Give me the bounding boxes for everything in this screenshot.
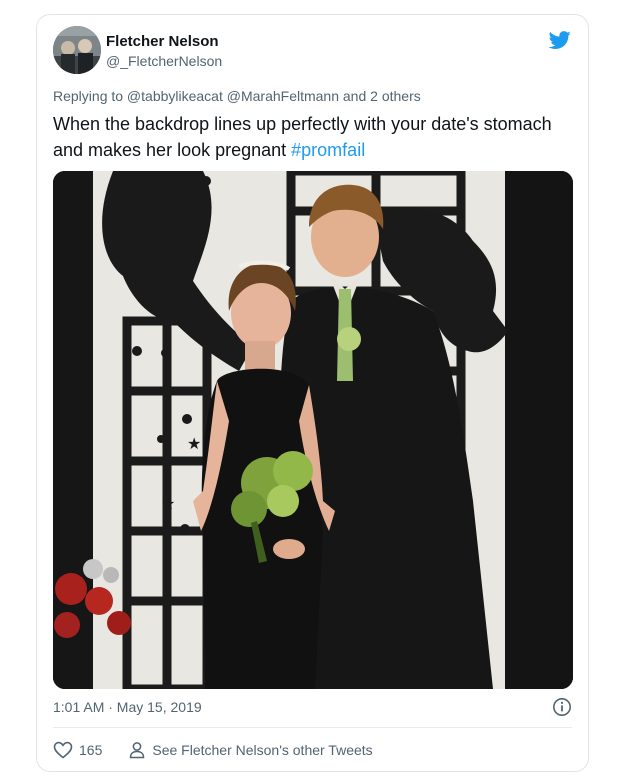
tweet-card[interactable]: Fletcher Nelson @_FletcherNelson Replyin…	[36, 14, 589, 772]
twitter-bird-icon[interactable]	[548, 29, 572, 51]
person-icon	[130, 742, 145, 759]
tweet-timestamp[interactable]: 1:01 AM · May 15, 2019	[53, 699, 202, 715]
author-handle[interactable]: @_FletcherNelson	[106, 53, 222, 69]
like-count: 165	[79, 742, 103, 758]
tweet-text: When the backdrop lines up perfectly wit…	[53, 111, 573, 163]
divider	[53, 727, 572, 728]
other-tweets-label: See Fletcher Nelson's other Tweets	[152, 742, 373, 758]
tweet-photo[interactable]: ★ ★	[53, 171, 573, 689]
author-name[interactable]: Fletcher Nelson	[106, 33, 219, 50]
heart-icon	[53, 741, 73, 759]
svg-text:★: ★	[161, 494, 175, 513]
svg-text:★: ★	[187, 434, 201, 453]
tweet-actions: 165 See Fletcher Nelson's other Tweets	[53, 739, 373, 761]
other-tweets-link[interactable]: See Fletcher Nelson's other Tweets	[128, 741, 373, 759]
like-button[interactable]: 165	[53, 741, 102, 759]
avatar-photo	[53, 26, 101, 74]
info-icon[interactable]	[552, 697, 572, 717]
replying-to[interactable]: Replying to @tabbylikeacat @MarahFeltman…	[53, 88, 421, 104]
author-avatar[interactable]	[53, 26, 101, 74]
prom-photo: ★ ★	[53, 171, 573, 689]
hashtag-link[interactable]: #promfail	[291, 140, 365, 160]
